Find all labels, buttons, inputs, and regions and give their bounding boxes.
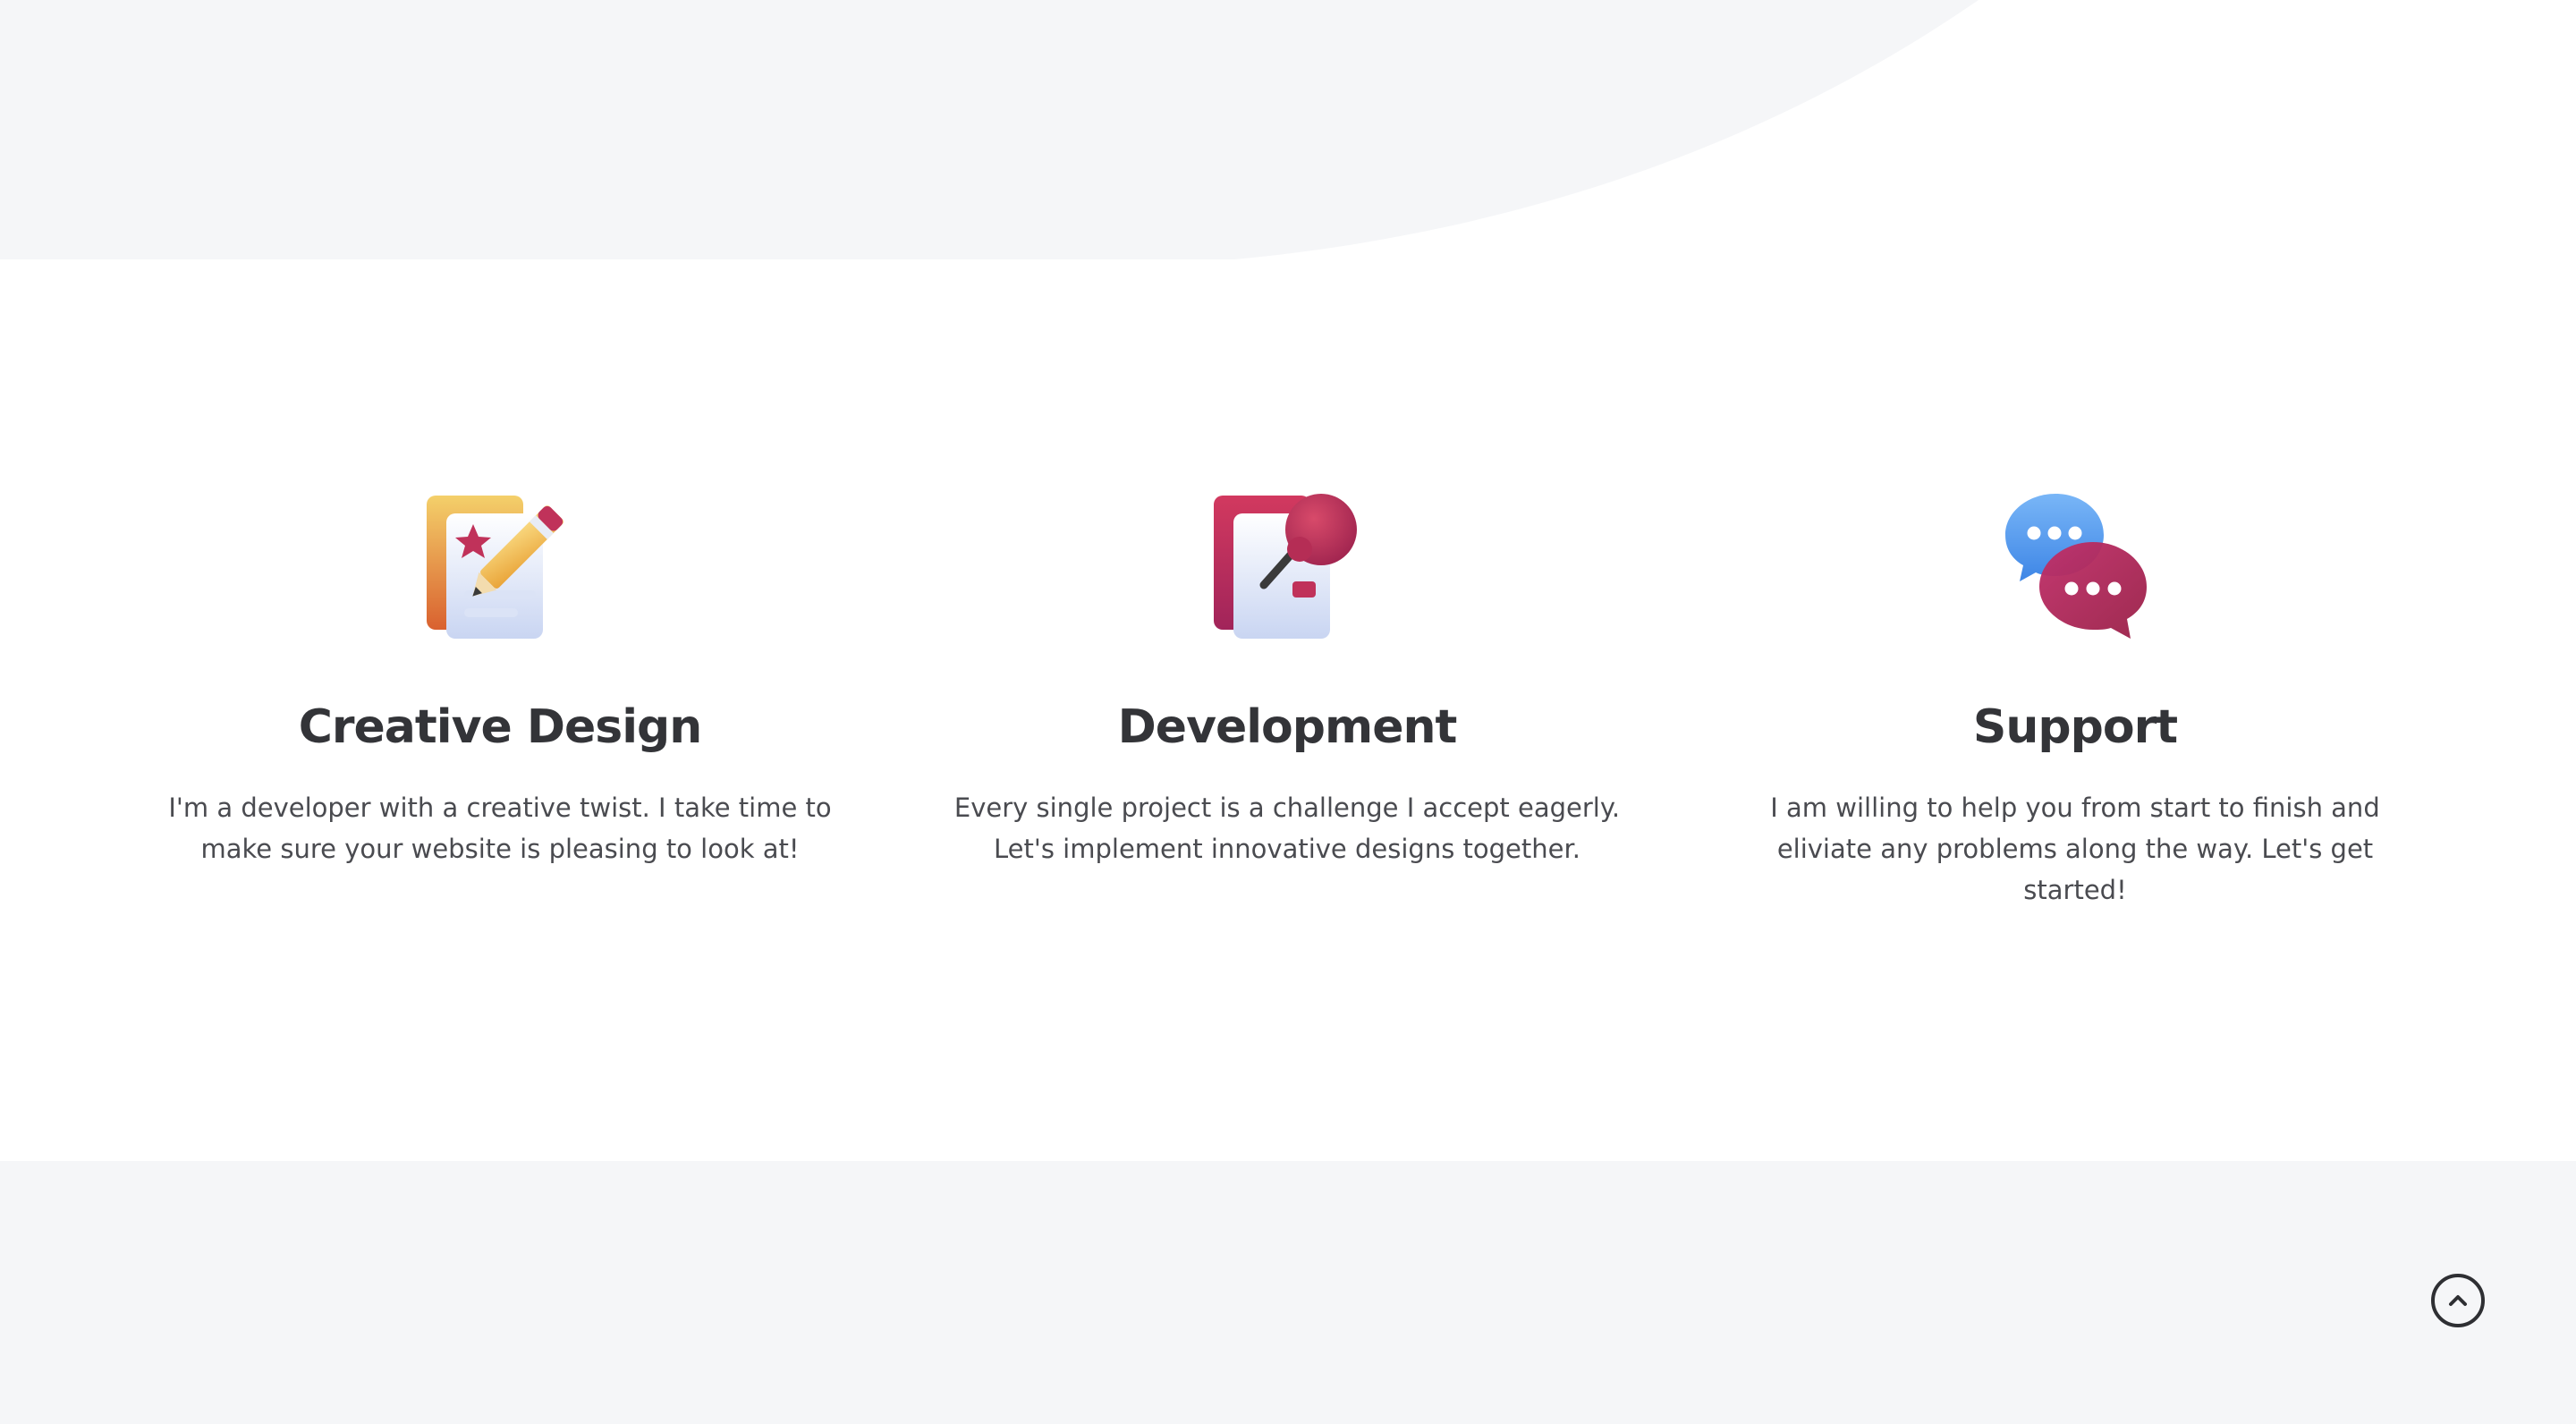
services-section: Creative Design I'm a developer with a c… [0, 259, 2576, 1161]
footer-band [0, 1161, 2576, 1424]
service-description: I'm a developer with a creative twist. I… [168, 793, 832, 865]
development-document-pushpin-icon [1214, 494, 1357, 639]
service-description: Every single project is a challenge I ac… [953, 793, 1621, 865]
service-description: I am willing to help you from start to f… [1770, 793, 2380, 906]
service-card-development: Development Every single project is a ch… [947, 492, 1627, 869]
service-title: Creative Design [298, 700, 703, 754]
service-title: Development [1117, 700, 1458, 754]
design-document-pencil-icon [427, 496, 564, 639]
hero-curve-background [0, 0, 1979, 259]
back-to-top-button[interactable] [2431, 1274, 2485, 1327]
service-title: Support [1972, 700, 2178, 754]
service-card-support: Support I am willing to help you from st… [1735, 492, 2415, 911]
chevron-up-icon [2449, 1295, 2467, 1306]
service-card-creative-design: Creative Design I'm a developer with a c… [160, 492, 840, 869]
chat-bubbles-icon [2005, 494, 2147, 639]
